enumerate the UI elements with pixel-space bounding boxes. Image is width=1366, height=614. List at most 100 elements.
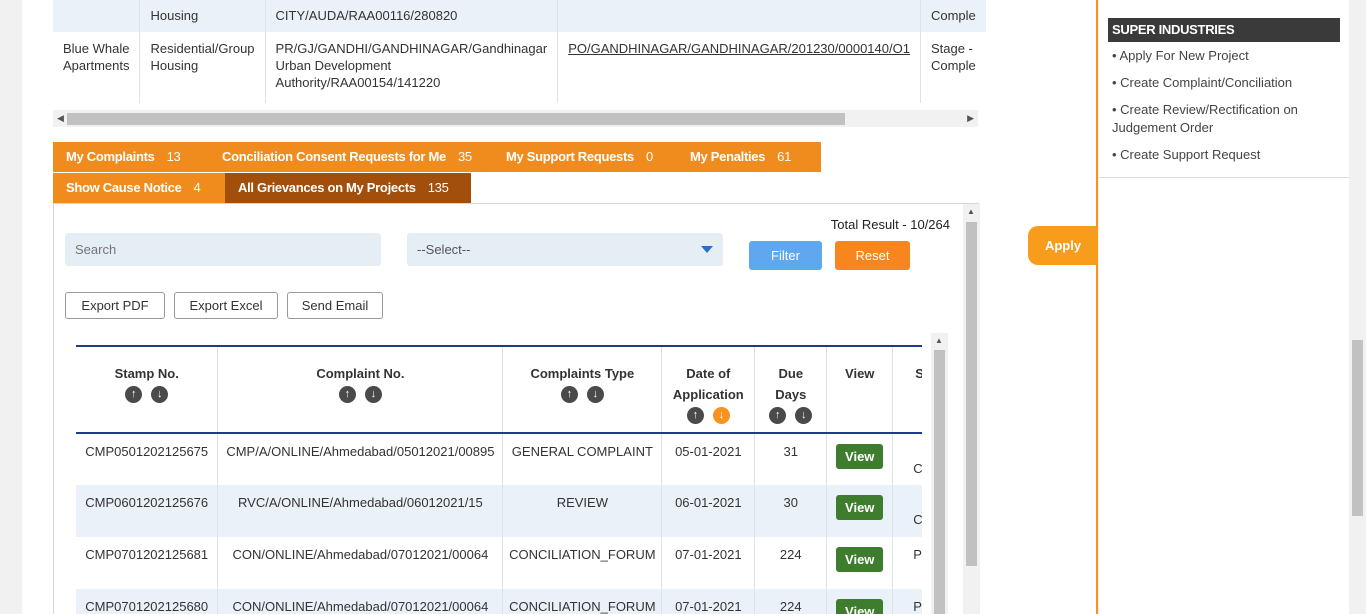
col-stamp: Stamp No. ↑ ↓ [76, 347, 219, 434]
sort-down-icon[interactable]: ↓ [364, 386, 382, 403]
project-type: Residential/Group Housing [139, 32, 266, 103]
sort-down-icon[interactable]: ↓ [712, 407, 730, 424]
export-pdf-button[interactable]: Export PDF [65, 292, 165, 319]
cell-complaint: CON/ONLINE/Ahmedabad/07012021/00064 [217, 589, 504, 614]
cell-date: 07-01-2021 [661, 589, 756, 614]
cell-type: CONCILIATION_FORUM [502, 589, 663, 614]
cell-view: View [826, 433, 894, 485]
table-row: CMP0701202125681 CON/ONLINE/Ahmedabad/07… [76, 537, 922, 589]
action-apply-new-project[interactable]: • Apply For New Project [1112, 47, 1340, 65]
col-view: View [826, 347, 894, 434]
scroll-thumb[interactable] [934, 350, 945, 614]
page-vertical-scrollbar[interactable] [1349, 0, 1366, 614]
scroll-up-icon[interactable]: ▲ [967, 207, 975, 216]
cell-type: CONCILIATION_FORUM [502, 537, 663, 589]
col-due: Due Days ↑ ↓ [754, 347, 828, 434]
cell-status: C [892, 433, 922, 485]
action-create-support-request[interactable]: • Create Support Request [1112, 146, 1340, 164]
tab-show-cause-notice[interactable]: Show Cause Notice 4 [53, 173, 225, 203]
sort-up-icon[interactable]: ↑ [338, 386, 356, 403]
scroll-left-icon[interactable]: ◀ [57, 113, 64, 124]
search-input[interactable] [65, 233, 381, 266]
scroll-up-icon[interactable]: ▲ [935, 336, 943, 345]
col-date: Date of Application ↑ ↓ [661, 347, 756, 434]
cell-due: 31 [754, 433, 828, 485]
scroll-thumb[interactable] [67, 113, 845, 125]
tab-my-penalties[interactable]: My Penalties 61 [677, 142, 821, 172]
project-type: Housing [139, 0, 266, 32]
cell-status: C [892, 485, 922, 537]
scroll-thumb[interactable] [966, 222, 977, 566]
view-button[interactable]: View [836, 444, 884, 469]
tab-count: 0 [645, 149, 653, 164]
project-po-link[interactable]: PO/GANDHINAGAR/GANDHINAGAR/201230/000014… [557, 32, 921, 103]
panel-divider [1099, 177, 1349, 178]
quick-actions-panel: SUPER INDUSTRIES • Apply For New Project… [1099, 0, 1349, 614]
project-status: Comple [920, 0, 986, 32]
company-title: SUPER INDUSTRIES [1108, 18, 1340, 42]
cell-date: 05-01-2021 [661, 433, 756, 485]
project-reg: PR/GJ/GANDHI/GANDHINAGAR/Gandhinagar Urb… [265, 32, 559, 103]
cell-stamp: CMP0601202125676 [76, 485, 219, 537]
content-vertical-scrollbar[interactable]: ▲ [963, 204, 980, 614]
cell-date: 07-01-2021 [661, 537, 756, 589]
tab-count: 4 [193, 180, 201, 195]
view-button[interactable]: View [836, 599, 884, 614]
project-row: Blue Whale Apartments Residential/Group … [53, 32, 986, 103]
col-view-label: View [845, 366, 875, 381]
project-status: Stage - Comple [930, 41, 976, 73]
cell-due: 224 [754, 589, 828, 614]
tab-count: 13 [166, 149, 181, 164]
select-value: --Select-- [417, 242, 471, 257]
cell-status: Pe [892, 589, 922, 614]
grievance-table: Stamp No. ↑ ↓ Complaint No. ↑ ↓ Complaints… [76, 347, 922, 614]
horizontal-scrollbar[interactable]: ◀ ▶ [53, 110, 978, 127]
grievance-content: Total Result - 10/264 --Select-- Filter … [53, 203, 980, 614]
cell-view: View [826, 537, 894, 589]
col-type-label: Complaints Type [530, 366, 635, 381]
view-button[interactable]: View [836, 495, 884, 520]
col-status: S [892, 347, 922, 434]
project-row: Housing CITY/AUDA/RAA00116/280820 Comple [53, 0, 986, 32]
scroll-thumb[interactable] [1352, 340, 1363, 516]
sidebar-divider [1096, 0, 1098, 614]
cell-type: GENERAL COMPLAINT [502, 433, 663, 485]
tab-my-complaints[interactable]: My Complaints 13 [53, 142, 209, 172]
sort-up-icon[interactable]: ↑ [125, 386, 143, 403]
project-name [53, 0, 141, 32]
send-email-button[interactable]: Send Email [287, 292, 383, 319]
action-create-review[interactable]: • Create Review/Rectification on Judgeme… [1112, 101, 1340, 137]
sort-up-icon[interactable]: ↑ [686, 407, 704, 424]
sort-down-icon[interactable]: ↓ [795, 407, 813, 424]
apply-button[interactable]: Apply [1028, 226, 1098, 265]
cell-due: 30 [754, 485, 828, 537]
tab-label: My Complaints [66, 149, 155, 164]
grievance-table-wrapper: Stamp No. ↑ ↓ Complaint No. ↑ ↓ Complaints… [76, 345, 922, 614]
view-button[interactable]: View [836, 547, 884, 572]
cell-type: REVIEW [502, 485, 663, 537]
tab-all-grievances[interactable]: All Grievances on My Projects 135 [225, 173, 471, 203]
filter-button[interactable]: Filter [749, 241, 822, 270]
col-date-label: Date of Application [672, 366, 744, 402]
sort-up-icon[interactable]: ↑ [769, 407, 787, 424]
tab-count: 61 [777, 149, 792, 164]
table-vertical-scrollbar[interactable]: ▲ [931, 333, 948, 614]
sort-up-icon[interactable]: ↑ [560, 386, 578, 403]
table-row: CMP0601202125676 RVC/A/ONLINE/Ahmedabad/… [76, 485, 922, 537]
reset-button[interactable]: Reset [835, 241, 910, 270]
tab-count: 135 [427, 180, 449, 195]
tab-conciliation-requests[interactable]: Conciliation Consent Requests for Me 35 [209, 142, 493, 172]
sort-down-icon[interactable]: ↓ [151, 386, 169, 403]
export-excel-button[interactable]: Export Excel [174, 292, 278, 319]
type-select[interactable]: --Select-- [407, 233, 723, 266]
sort-down-icon[interactable]: ↓ [586, 386, 604, 403]
tab-my-support-requests[interactable]: My Support Requests 0 [493, 142, 677, 172]
col-status-label: S [915, 363, 922, 384]
action-create-complaint[interactable]: • Create Complaint/Conciliation [1112, 74, 1340, 92]
col-complaint: Complaint No. ↑ ↓ [217, 347, 504, 434]
project-po-text[interactable]: PO/GANDHINAGAR/GANDHINAGAR/201230/000014… [568, 41, 910, 56]
tab-label: All Grievances on My Projects [238, 180, 416, 195]
scroll-right-icon[interactable]: ▶ [967, 113, 974, 124]
project-name: Blue Whale Apartments [53, 32, 141, 103]
cell-view: View [826, 589, 894, 614]
